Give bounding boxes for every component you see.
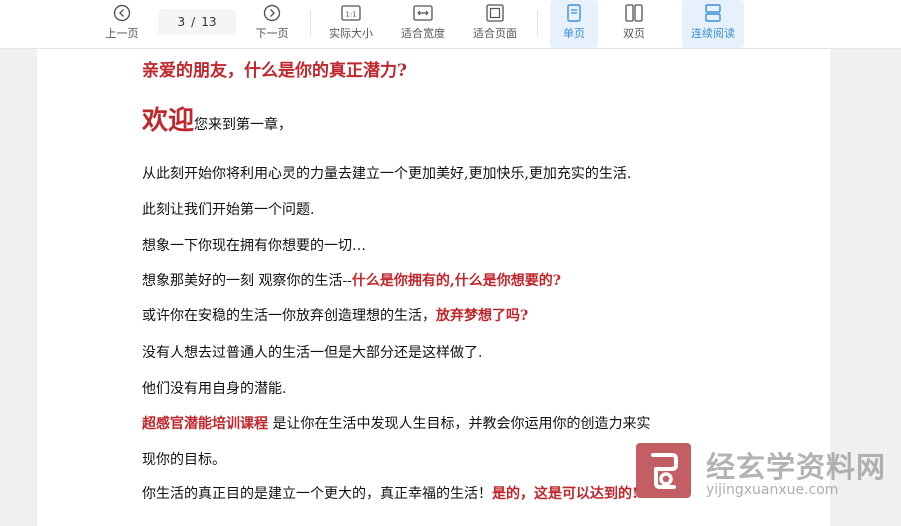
course-name-text: 超感官潜能培训课程 bbox=[142, 416, 268, 432]
line-text: 是让你在生活中发现人生目标，并教会你运用你的创造力来实 bbox=[268, 416, 651, 432]
continuous-reading-icon bbox=[705, 4, 721, 22]
paragraph-line: 超感官潜能培训课程 是让你在生活中发现人生目标，并教会你运用你的创造力来实 bbox=[142, 413, 650, 433]
double-page-label: 双页 bbox=[623, 27, 645, 40]
paragraph-line: 他们没有用自身的潜能. bbox=[142, 381, 287, 397]
next-page-label: 下一页 bbox=[255, 27, 289, 40]
single-page-label: 单页 bbox=[563, 27, 585, 40]
double-page-icon bbox=[625, 4, 643, 22]
chevron-left-circle-icon bbox=[113, 4, 131, 22]
fit-width-label: 适合宽度 bbox=[401, 27, 445, 40]
paragraph-line: 你生活的真正目的是建立一个更大的，真正幸福的生活！是的，这是可以达到的! bbox=[142, 483, 638, 503]
welcome-line: 欢迎您来到第一章， bbox=[142, 100, 292, 137]
paragraph-line: 现你的目标。 bbox=[142, 452, 226, 468]
paragraph-line: 想象一下你现在拥有你想要的一切… bbox=[142, 238, 366, 254]
watermark-text: 经玄学资料网 bbox=[706, 450, 887, 484]
watermark-logo bbox=[636, 443, 691, 498]
page-number-input[interactable]: 3 / 13 bbox=[158, 9, 236, 35]
continuous-reading-button[interactable]: 连续阅读 bbox=[682, 0, 744, 48]
fit-page-icon bbox=[486, 4, 504, 22]
actual-size-icon: 1:1 bbox=[341, 5, 361, 21]
highlight-text: 什么是你拥有的,什么是你想要的? bbox=[351, 273, 561, 289]
continuous-reading-label: 连续阅读 bbox=[691, 27, 735, 40]
page-heading: 亲爱的朋友，什么是你的真正潜力? bbox=[142, 61, 407, 81]
paragraph-line: 此刻让我们开始第一个问题. bbox=[142, 202, 315, 218]
paragraph-line: 从此刻开始你将利用心灵的力量去建立一个更加美好,更加快乐,更加充实的生活. bbox=[142, 166, 632, 182]
paragraph-line: 想象那美好的一刻 观察你的生活--什么是你拥有的,什么是你想要的? bbox=[142, 270, 561, 290]
total-pages: 13 bbox=[201, 15, 217, 29]
actual-size-icon-text: 1:1 bbox=[345, 11, 356, 19]
page-separator: / bbox=[191, 15, 196, 29]
welcome-rest-text: 您来到第一章， bbox=[194, 117, 293, 133]
line-text: 想象那美好的一刻 观察你的生活-- bbox=[142, 273, 352, 289]
actual-size-label: 实际大小 bbox=[329, 27, 373, 40]
paragraph-line: 或许你在安稳的生活一你放弃创造理想的生活，放弃梦想了吗? bbox=[142, 305, 528, 325]
reader-toolbar: 上一页 3 / 13 下一页 1:1 实际大小 适合宽度 适合页面 单页 双页 … bbox=[0, 0, 901, 49]
paragraph-line: 没有人想去过普通人的生活一但是大部分还是这样做了. bbox=[142, 345, 483, 361]
toolbar-divider bbox=[310, 10, 311, 36]
line-text: 或许你在安稳的生活一你放弃创造理想的生活， bbox=[142, 308, 436, 324]
fit-page-button[interactable]: 适合页面 bbox=[467, 0, 523, 48]
fit-width-button[interactable]: 适合宽度 bbox=[395, 0, 451, 48]
highlight-text: 是的，这是可以达到的! bbox=[492, 486, 639, 502]
site-watermark: 经玄学资料网 yijingxuanxue.com bbox=[636, 440, 901, 526]
watermark-url: yijingxuanxue.com bbox=[706, 482, 839, 498]
prev-page-label: 上一页 bbox=[105, 27, 139, 40]
double-page-button[interactable]: 双页 bbox=[610, 0, 658, 48]
next-page-button[interactable]: 下一页 bbox=[250, 0, 294, 48]
current-page: 3 bbox=[177, 15, 186, 29]
prev-page-button[interactable]: 上一页 bbox=[100, 0, 144, 48]
welcome-big-text: 欢迎 bbox=[142, 106, 195, 136]
fit-page-label: 适合页面 bbox=[473, 27, 517, 40]
line-text: 你生活的真正目的是建立一个更大的，真正幸福的生活！ bbox=[142, 486, 492, 502]
highlight-text: 放弃梦想了吗? bbox=[436, 308, 529, 324]
actual-size-button[interactable]: 1:1 实际大小 bbox=[323, 0, 379, 48]
chevron-right-circle-icon bbox=[263, 4, 281, 22]
toolbar-divider bbox=[537, 10, 538, 36]
fit-width-icon bbox=[413, 5, 433, 21]
watermark-logo-icon bbox=[651, 453, 678, 489]
single-page-icon bbox=[567, 4, 581, 22]
single-page-button[interactable]: 单页 bbox=[550, 0, 598, 48]
